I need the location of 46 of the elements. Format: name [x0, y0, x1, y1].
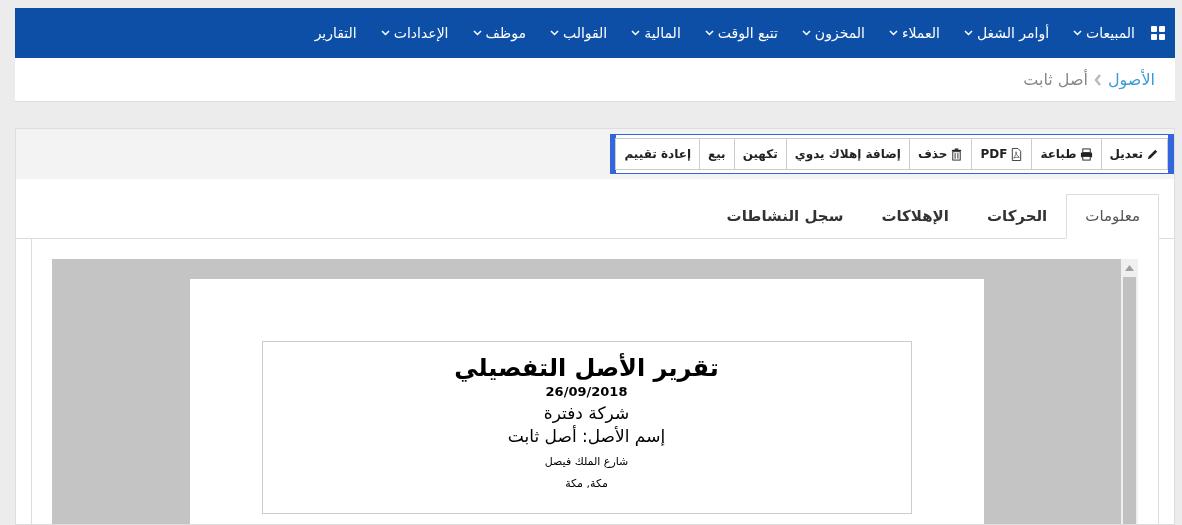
company-name: شركة دفترة	[542, 401, 631, 425]
report-title: تقرير الأصل التفصيلي	[453, 353, 720, 383]
pencil-icon	[1146, 147, 1159, 161]
nav-menu-item[interactable]: العملاء	[876, 22, 952, 44]
nav-menu-item[interactable]: موظف	[460, 22, 538, 44]
scroll-up-icon[interactable]	[1125, 264, 1134, 271]
nav-menu-item[interactable]: المالية	[619, 22, 693, 44]
tab[interactable]: الإهلاكات	[862, 194, 968, 239]
toolbar-button[interactable]: بيع	[699, 138, 735, 170]
toolbar-button[interactable]: تكهين	[733, 138, 787, 170]
pdf-file-icon	[1010, 147, 1024, 161]
nav-menu-item[interactable]: تتبع الوقت	[692, 22, 790, 44]
chevron-icon	[1093, 73, 1102, 86]
caret-icon	[704, 30, 714, 36]
address-line: شارع الملك فيصل	[543, 453, 630, 470]
asset-name: إسم الأصل: أصل ثابت	[506, 424, 667, 448]
toolbar-button[interactable]: إعادة تقييم	[615, 138, 700, 170]
city-line: مكة, مكة	[564, 476, 609, 493]
scrollbar[interactable]	[1121, 258, 1138, 524]
nav-menu-item[interactable]: القوالب	[537, 22, 620, 44]
breadcrumb-current: أصل ثابت	[1023, 68, 1088, 91]
tab[interactable]: معلومات	[1066, 194, 1159, 239]
nav-menu-item[interactable]: المخزون	[789, 22, 877, 44]
toolbar-button[interactable]: إضافة إهلاك يدوي	[785, 138, 910, 170]
caret-icon	[963, 30, 973, 36]
toolbar-button[interactable]: طباعة	[1031, 138, 1102, 170]
toolbar-button[interactable]: تعديل	[1100, 138, 1168, 170]
caret-icon	[472, 30, 482, 36]
nav-menu-item[interactable]: الإعدادات	[368, 22, 461, 44]
caret-icon	[549, 30, 559, 36]
caret-icon	[888, 30, 898, 36]
grid-menu-icon[interactable]	[1151, 26, 1165, 40]
toolbar-button[interactable]: حذف	[908, 138, 973, 170]
nav-menu-item[interactable]: المبيعات	[1061, 22, 1147, 44]
nav-menu-item[interactable]: أوامر الشغل	[951, 22, 1062, 44]
tab[interactable]: الحركات	[967, 194, 1067, 239]
trash-icon	[950, 147, 964, 161]
report-date: 26/09/2018	[544, 383, 629, 402]
printer-icon	[1079, 147, 1093, 161]
caret-icon	[631, 30, 641, 36]
caret-icon	[1073, 30, 1083, 36]
nav-menu-item[interactable]: التقارير	[302, 22, 369, 44]
caret-icon	[801, 30, 811, 36]
toolbar-button[interactable]: PDF	[971, 138, 1033, 170]
tab[interactable]: سجل النشاطات	[707, 194, 863, 239]
caret-icon	[380, 30, 390, 36]
